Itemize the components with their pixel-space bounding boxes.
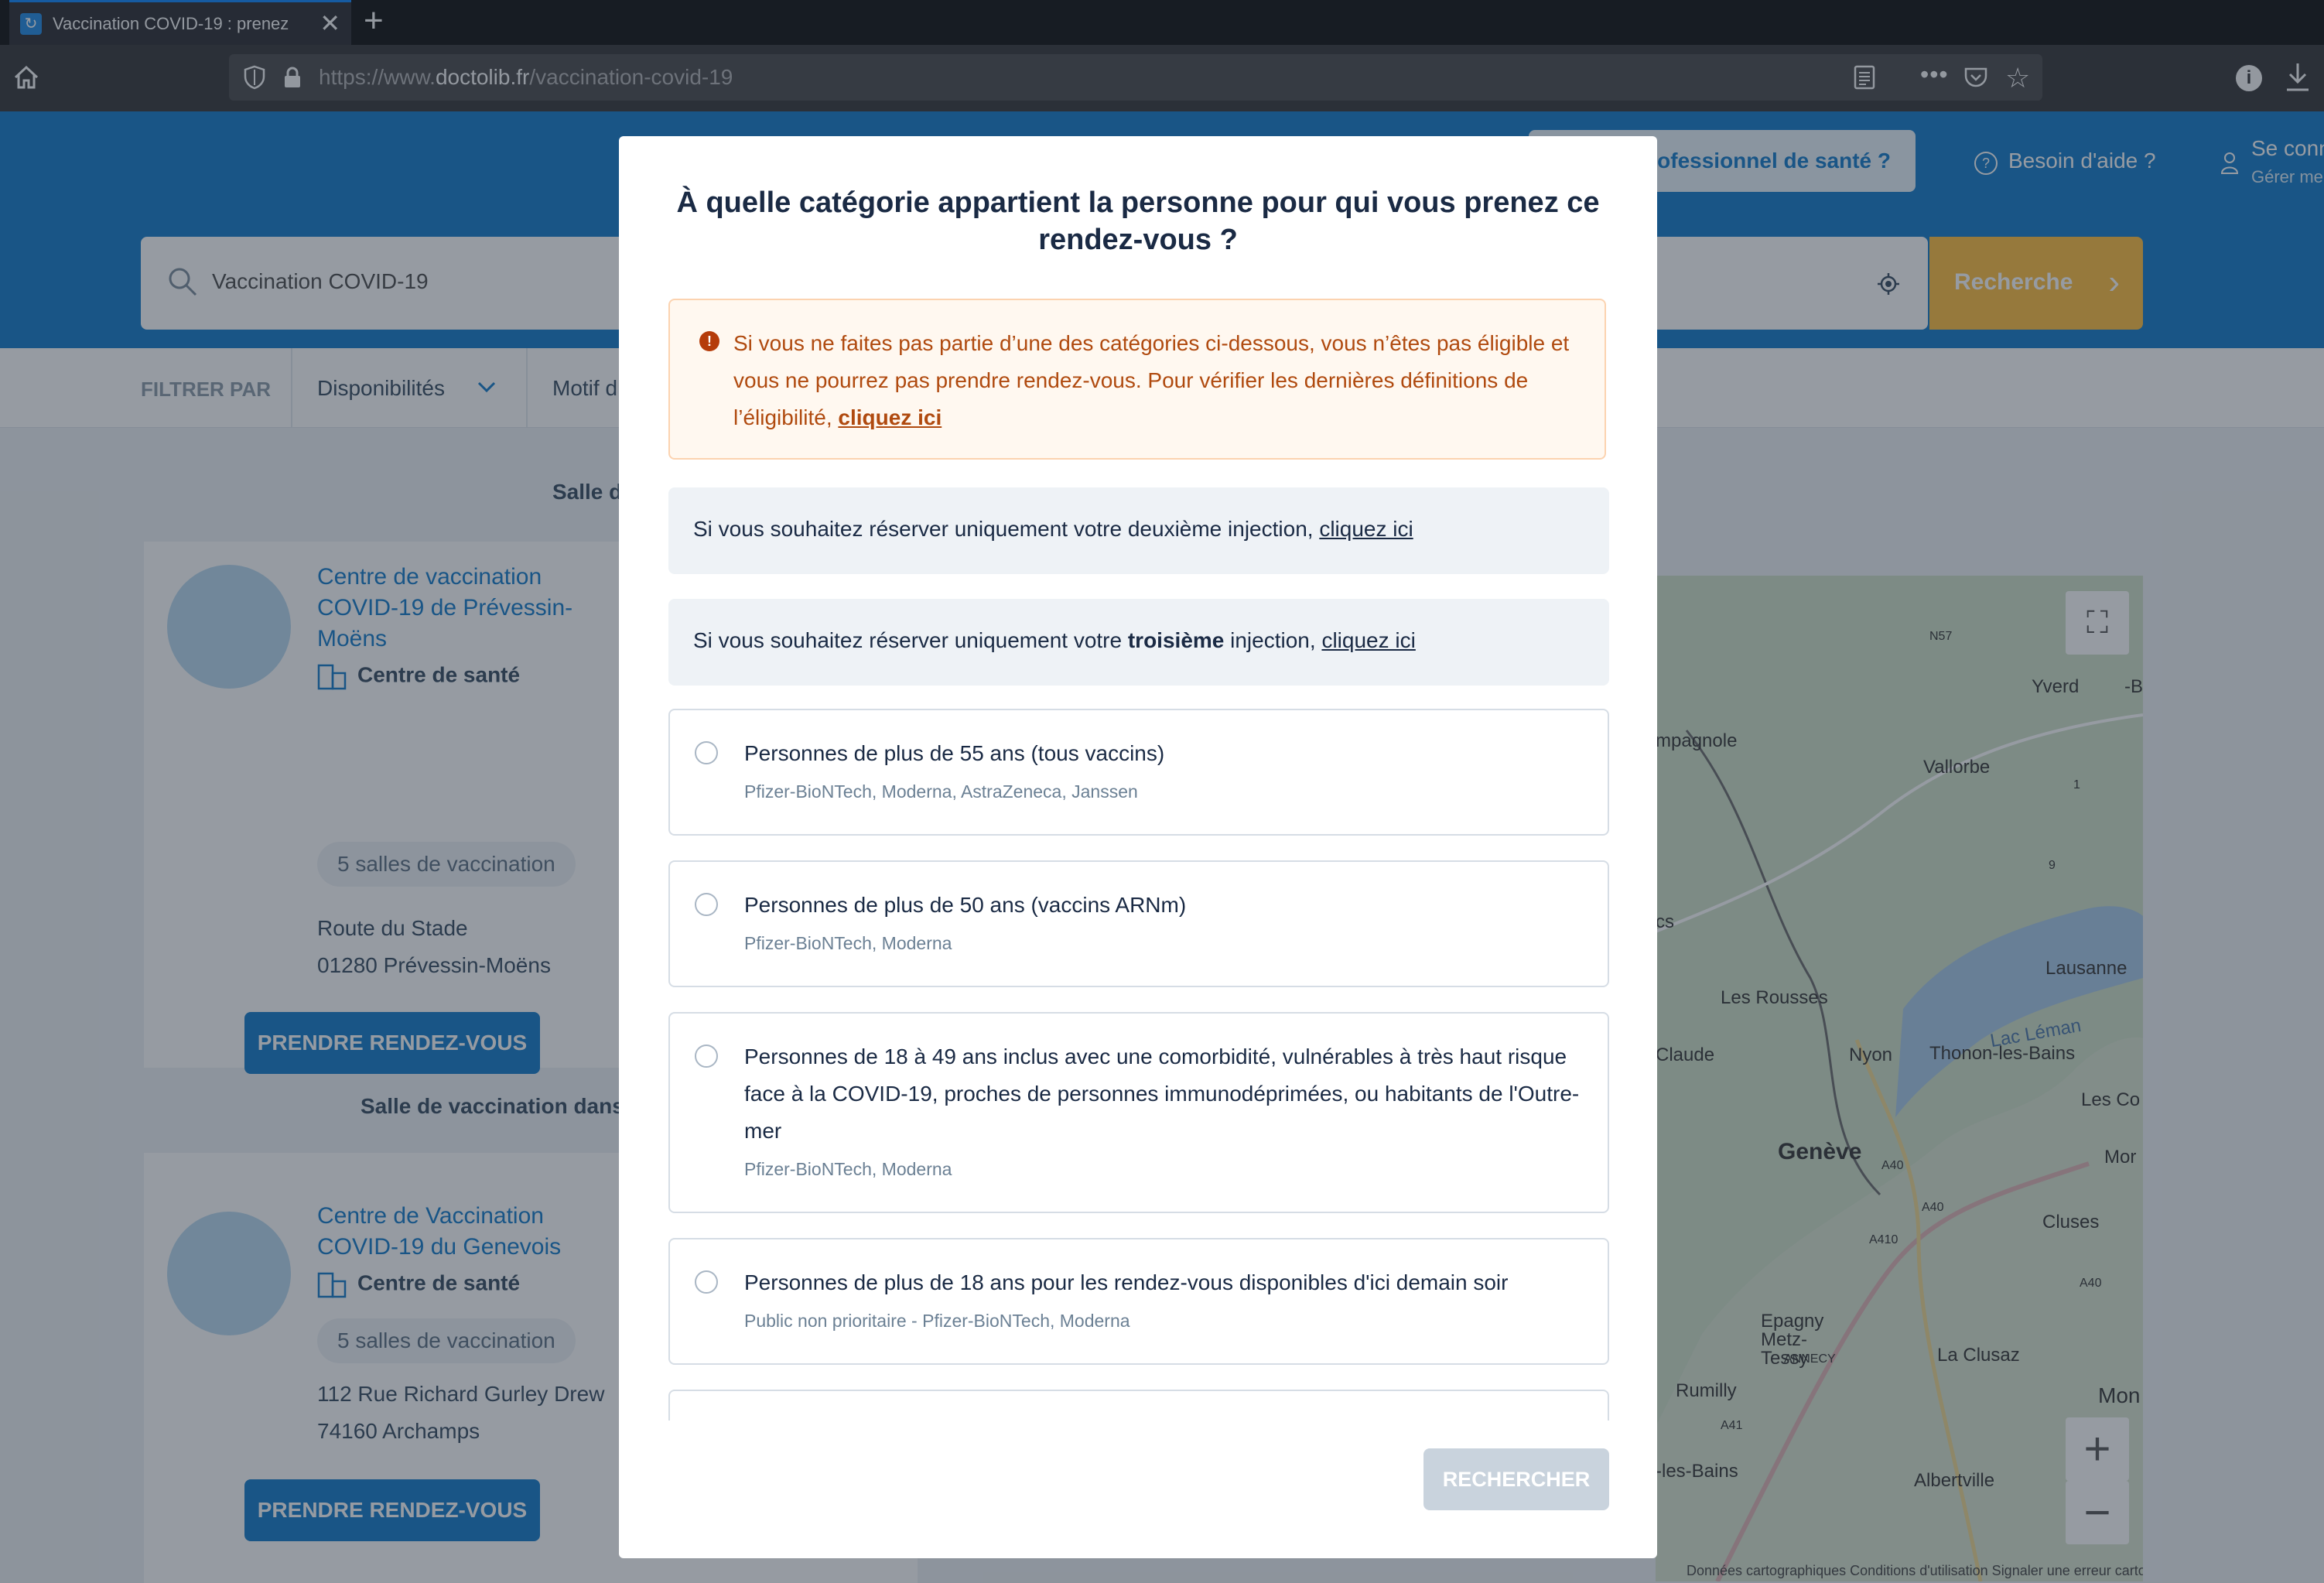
options-list[interactable]: Personnes de plus de 55 ans (tous vaccin… [619,709,1657,1421]
third-injection-box: Si vous souhaitez réserver uniquement vo… [668,599,1609,686]
radio-button[interactable] [695,893,718,916]
second-injection-text: Si vous souhaitez réserver uniquement vo… [693,517,1413,541]
option-50-plus[interactable]: Personnes de plus de 50 ans (vaccins ARN… [668,860,1609,987]
option-vaccines: Public non prioritaire - Pfizer-BioNTech… [744,1311,1130,1331]
option-vaccines: Pfizer-BioNTech, Moderna [744,1159,952,1179]
submit-button[interactable]: RECHERCHER [1423,1448,1609,1510]
second-injection-box: Si vous souhaitez réserver uniquement vo… [668,487,1609,574]
radio-button[interactable] [695,741,718,764]
option-partial[interactable] [668,1390,1609,1421]
option-18-49-comorbidity[interactable]: Personnes de 18 à 49 ans inclus avec une… [668,1012,1609,1213]
eligibility-link[interactable]: cliquez ici [838,405,942,429]
option-label: Personnes de plus de 50 ans (vaccins ARN… [744,893,1187,917]
eligibility-warning: ! Si vous ne faites pas partie d’une des… [668,299,1606,460]
category-modal: À quelle catégorie appartient la personn… [619,136,1657,1558]
modal-title: À quelle catégorie appartient la personn… [676,186,1600,256]
warning-text: Si vous ne faites pas partie d’une des c… [733,331,1570,429]
second-injection-link[interactable]: cliquez ici [1319,517,1413,541]
third-injection-link[interactable]: cliquez ici [1321,628,1415,652]
radio-button[interactable] [695,1045,718,1068]
option-18-plus-tomorrow[interactable]: Personnes de plus de 18 ans pour les ren… [668,1238,1609,1365]
option-label: Personnes de 18 à 49 ans inclus avec une… [744,1045,1580,1143]
option-vaccines: Pfizer-BioNTech, Moderna [744,933,952,953]
option-label: Personnes de plus de 18 ans pour les ren… [744,1270,1509,1294]
third-injection-text: Si vous souhaitez réserver uniquement vo… [693,628,1416,652]
warning-icon: ! [699,331,719,351]
radio-button[interactable] [695,1270,718,1294]
option-label: Personnes de plus de 55 ans (tous vaccin… [744,741,1165,765]
option-55-plus[interactable]: Personnes de plus de 55 ans (tous vaccin… [668,709,1609,836]
option-vaccines: Pfizer-BioNTech, Moderna, AstraZeneca, J… [744,781,1138,802]
